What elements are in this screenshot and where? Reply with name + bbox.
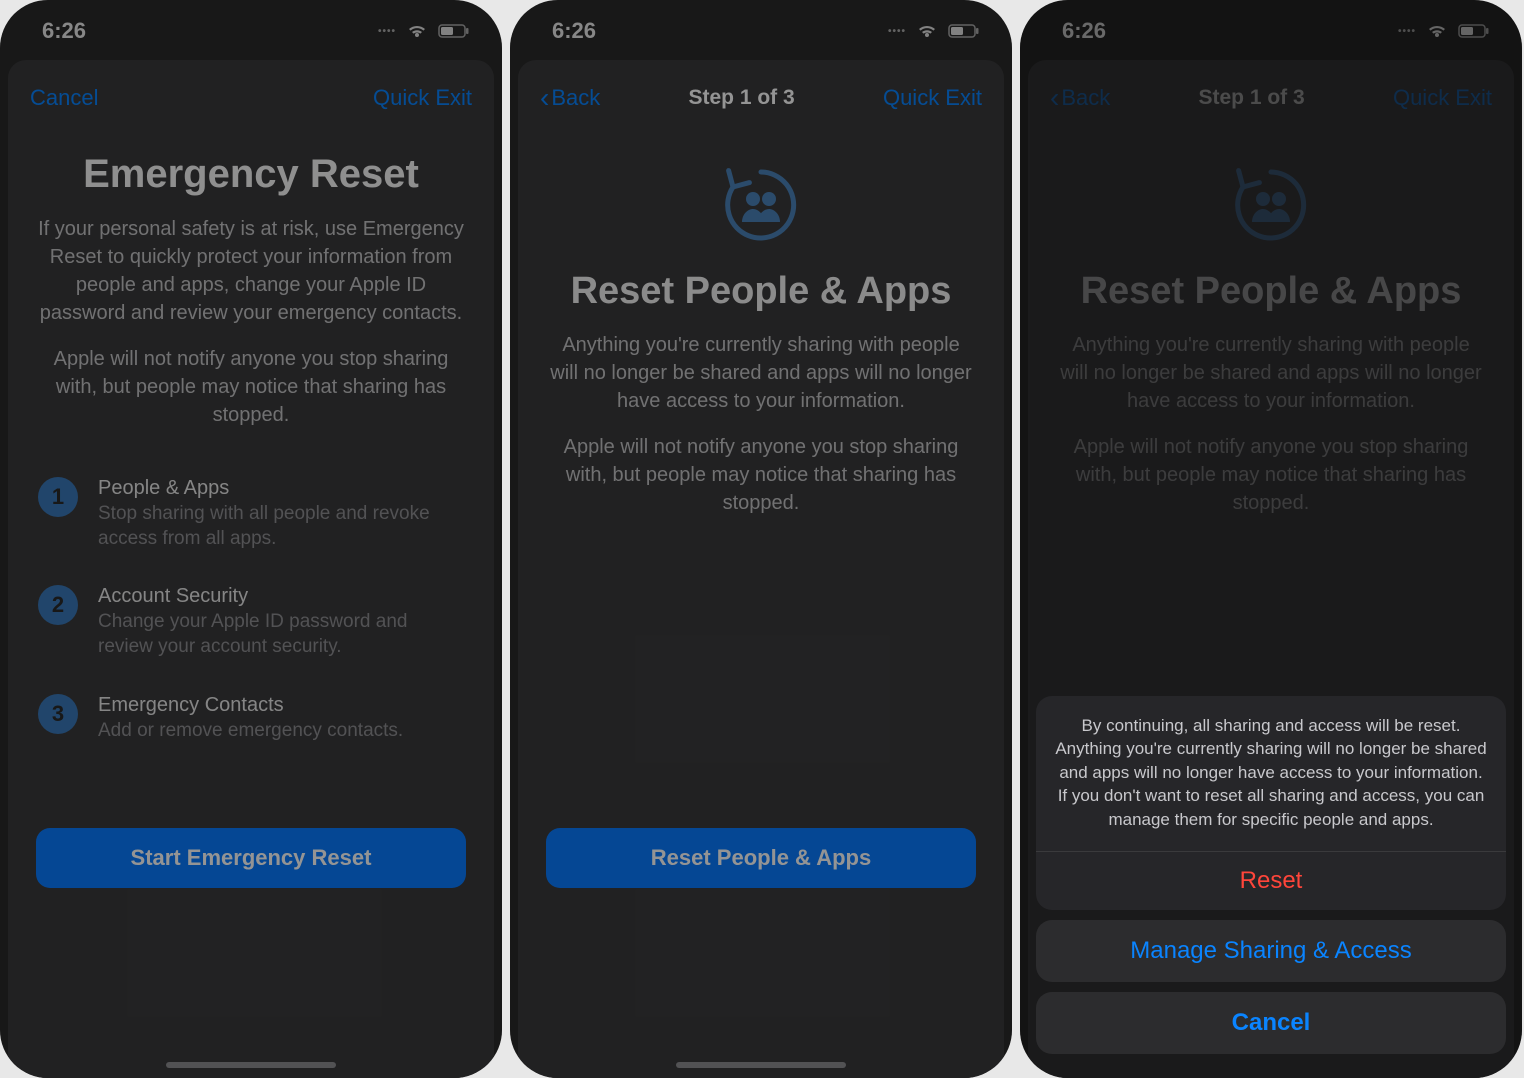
chevron-left-icon: ‹ [540, 82, 549, 114]
step-number-badge: 1 [38, 477, 78, 517]
cellular-icon: •••• [1398, 26, 1416, 37]
back-button: ‹ Back [1050, 82, 1110, 114]
modal-sheet: ‹ Back Step 1 of 3 Quick Exit Reset Peop… [518, 60, 1004, 1078]
page-title: Reset People & Apps [1050, 270, 1492, 313]
battery-icon [1458, 23, 1490, 39]
quick-exit-button[interactable]: Quick Exit [373, 85, 472, 111]
status-time: 6:26 [1062, 18, 1106, 44]
action-sheet-card: By continuing, all sharing and access wi… [1036, 696, 1506, 910]
page-title: Reset People & Apps [540, 270, 982, 313]
step-item: 2 Account Security Change your Apple ID … [38, 585, 472, 659]
page-title: Emergency Reset [30, 152, 472, 197]
status-right: •••• [1398, 23, 1490, 39]
wifi-icon [1426, 23, 1448, 39]
status-time: 6:26 [42, 18, 86, 44]
modal-sheet: Cancel Quick Exit Emergency Reset If you… [8, 60, 494, 1078]
step-number-badge: 2 [38, 585, 78, 625]
nav-bar: Cancel Quick Exit [30, 78, 472, 118]
step-title: Emergency Contacts [98, 694, 423, 717]
phone-screen-3: 6:26 •••• ‹ Back Step 1 of 3 Quick Exit [1020, 0, 1522, 1078]
status-time: 6:26 [552, 18, 596, 44]
home-indicator[interactable] [166, 1062, 336, 1068]
quick-exit-button[interactable]: Quick Exit [883, 85, 982, 111]
cellular-icon: •••• [888, 26, 906, 37]
nav-title: Step 1 of 3 [689, 86, 795, 110]
body-paragraph-2: Apple will not notify anyone you stop sh… [30, 345, 472, 429]
start-emergency-reset-button[interactable]: Start Emergency Reset [36, 828, 466, 888]
nav-title: Step 1 of 3 [1199, 86, 1305, 110]
people-reset-icon [718, 162, 804, 248]
step-title: Account Security [98, 585, 472, 608]
battery-icon [438, 23, 470, 39]
nav-bar: ‹ Back Step 1 of 3 Quick Exit [540, 78, 982, 118]
cancel-button[interactable]: Cancel [1036, 992, 1506, 1054]
step-description: Add or remove emergency contacts. [98, 719, 423, 744]
reset-button[interactable]: Reset [1036, 852, 1506, 910]
step-item: 1 People & Apps Stop sharing with all pe… [38, 477, 472, 551]
back-button[interactable]: ‹ Back [540, 82, 600, 114]
hero-icon-container [1050, 162, 1492, 248]
cancel-button[interactable]: Cancel [30, 85, 98, 111]
status-bar: 6:26 •••• [1020, 0, 1522, 52]
step-item: 3 Emergency Contacts Add or remove emerg… [38, 694, 472, 744]
body-paragraph-1: Anything you're currently sharing with p… [540, 331, 982, 415]
status-bar: 6:26 •••• [0, 0, 502, 52]
phone-screen-1: 6:26 •••• Cancel Quick Exit Emergency Re… [0, 0, 502, 1078]
manage-sharing-button[interactable]: Manage Sharing & Access [1036, 920, 1506, 982]
reset-people-apps-button[interactable]: Reset People & Apps [546, 828, 976, 888]
status-right: •••• [378, 23, 470, 39]
back-label: Back [551, 85, 600, 111]
steps-list: 1 People & Apps Stop sharing with all pe… [30, 477, 472, 777]
battery-icon [948, 23, 980, 39]
wifi-icon [916, 23, 938, 39]
body-paragraph-1: Anything you're currently sharing with p… [1050, 331, 1492, 415]
cellular-icon: •••• [378, 26, 396, 37]
wifi-icon [406, 23, 428, 39]
back-label: Back [1061, 85, 1110, 111]
body-paragraph-2: Apple will not notify anyone you stop sh… [540, 433, 982, 517]
step-number-badge: 3 [38, 694, 78, 734]
status-bar: 6:26 •••• [510, 0, 1012, 52]
status-right: •••• [888, 23, 980, 39]
nav-bar: ‹ Back Step 1 of 3 Quick Exit [1050, 78, 1492, 118]
people-reset-icon [1228, 162, 1314, 248]
step-title: People & Apps [98, 477, 472, 500]
action-sheet-message: By continuing, all sharing and access wi… [1036, 696, 1506, 851]
body-paragraph-2: Apple will not notify anyone you stop sh… [1050, 433, 1492, 517]
body-paragraph-1: If your personal safety is at risk, use … [30, 215, 472, 327]
action-sheet: By continuing, all sharing and access wi… [1036, 696, 1506, 1066]
chevron-left-icon: ‹ [1050, 82, 1059, 114]
quick-exit-button: Quick Exit [1393, 85, 1492, 111]
home-indicator[interactable] [676, 1062, 846, 1068]
hero-icon-container [540, 162, 982, 248]
phone-screen-2: 6:26 •••• ‹ Back Step 1 of 3 Quick Exit [510, 0, 1012, 1078]
step-description: Change your Apple ID password and review… [98, 610, 472, 659]
step-description: Stop sharing with all people and revoke … [98, 502, 472, 551]
